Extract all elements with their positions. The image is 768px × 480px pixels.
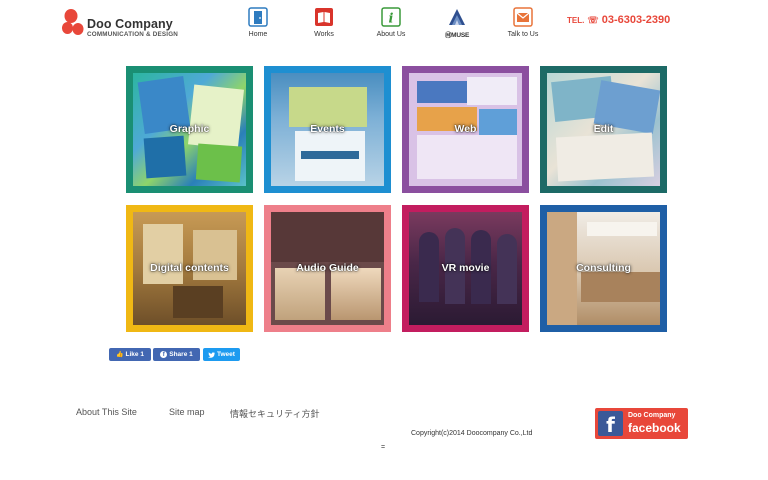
tel-number: 03-6303-2390 xyxy=(601,14,671,26)
thumbs-up-icon: 👍 xyxy=(116,352,124,358)
muse-icon xyxy=(449,9,465,25)
facebook-small-icon: f xyxy=(160,351,168,358)
tile-vr-movie[interactable]: VR movie xyxy=(402,205,529,332)
nav-talk-to-us[interactable]: Talk to Us xyxy=(493,7,553,38)
nav-works-label: Works xyxy=(314,31,334,38)
tile-graphic-label: Graphic xyxy=(169,122,210,135)
like-label: Like 1 xyxy=(125,351,144,358)
logo-mark-icon xyxy=(62,9,84,35)
nav-muse-label: ⓂMUSE xyxy=(444,32,470,39)
footer-link-security-policy[interactable]: 情報セキュリティ方針 xyxy=(230,407,319,420)
company-logo[interactable]: Doo Company COMMUNICATION & DESIGN xyxy=(62,8,192,40)
nav-about-us-label: About Us xyxy=(376,31,406,38)
logo-name: Doo Company xyxy=(87,17,173,31)
nav-home[interactable]: Home xyxy=(228,7,288,38)
share-label: Share 1 xyxy=(169,351,193,358)
tile-events[interactable]: Events xyxy=(264,66,391,193)
nav-talk-to-us-label: Talk to Us xyxy=(507,31,539,38)
tile-consulting-label: Consulting xyxy=(576,261,631,274)
twitter-bird-icon xyxy=(208,351,216,358)
facebook-logo-icon: f xyxy=(598,411,623,437)
telephone-number[interactable]: TEL. ☏ 03-6303-2390 xyxy=(567,14,670,26)
copyright-text: Copyright(c)2014 Doocompany Co.,Ltd xyxy=(411,430,533,437)
tile-edit-label: Edit xyxy=(593,122,614,135)
nav-about-us[interactable]: i About Us xyxy=(361,7,421,38)
nav-muse[interactable]: ⓂMUSE xyxy=(427,7,487,39)
book-icon xyxy=(315,8,333,26)
mail-icon xyxy=(513,7,533,27)
facebook-banner-company: Doo Company xyxy=(628,412,676,419)
facebook-banner-label: facebook xyxy=(628,421,681,435)
tile-events-label: Events xyxy=(310,122,345,135)
tile-audio-guide-label: Audio Guide xyxy=(296,261,359,274)
tile-graphic[interactable]: Graphic xyxy=(126,66,253,193)
tile-consulting[interactable]: Consulting xyxy=(540,205,667,332)
door-icon xyxy=(248,7,268,27)
footer-link-site-map[interactable]: Site map xyxy=(169,407,205,417)
svg-text:i: i xyxy=(389,12,394,27)
facebook-like-button[interactable]: 👍 Like 1 xyxy=(109,348,151,361)
tile-digital-contents-label: Digital contents xyxy=(150,261,229,274)
nav-home-label: Home xyxy=(248,31,268,38)
nav-works[interactable]: Works xyxy=(294,7,354,38)
tile-vr-movie-label: VR movie xyxy=(441,261,490,274)
footer-small-mark: = xyxy=(381,444,386,451)
logo-tagline: COMMUNICATION & DESIGN xyxy=(87,31,179,38)
tweet-label: Tweet xyxy=(217,351,235,358)
tile-digital-contents[interactable]: Digital contents xyxy=(126,205,253,332)
facebook-page-banner[interactable]: f Doo Company facebook xyxy=(595,408,688,439)
phone-handset-icon: ☏ xyxy=(587,15,599,25)
tile-edit[interactable]: Edit xyxy=(540,66,667,193)
facebook-share-button[interactable]: f Share 1 xyxy=(153,348,200,361)
tel-prefix: TEL. xyxy=(567,16,585,25)
tile-audio-guide[interactable]: Audio Guide xyxy=(264,205,391,332)
tweet-button[interactable]: Tweet xyxy=(203,348,240,361)
tile-web-label: Web xyxy=(454,122,477,135)
tile-web[interactable]: Web xyxy=(402,66,529,193)
info-icon: i xyxy=(381,7,401,27)
footer-link-about-this-site[interactable]: About This Site xyxy=(76,407,137,417)
